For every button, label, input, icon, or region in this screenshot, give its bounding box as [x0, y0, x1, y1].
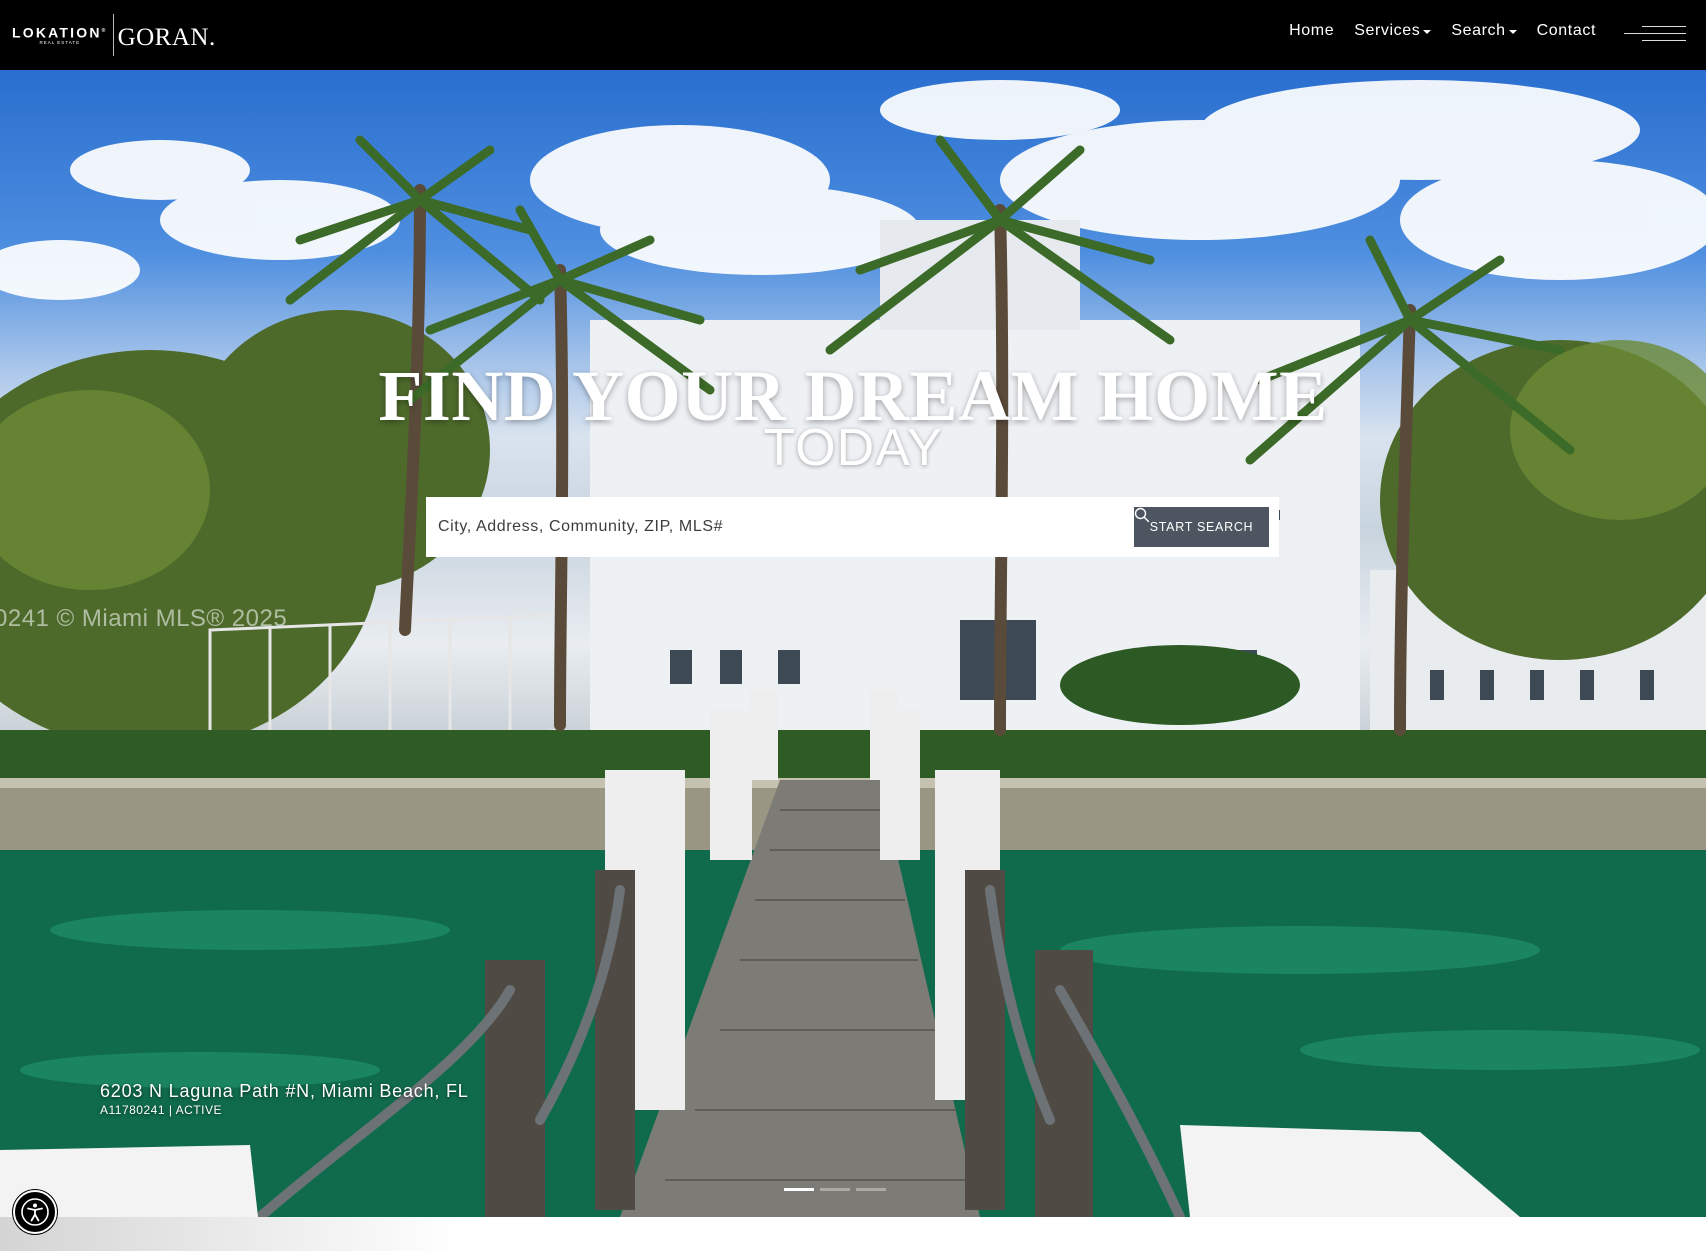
logo-divider	[112, 14, 114, 56]
start-search-label: START SEARCH	[1149, 520, 1254, 534]
start-search-button[interactable]: START SEARCH	[1134, 507, 1269, 547]
slider-dot[interactable]	[784, 1188, 814, 1191]
slider-indicators	[784, 1188, 886, 1191]
featured-listing-caption[interactable]: 6203 N Laguna Path #N, Miami Beach, FL A…	[100, 1080, 469, 1118]
agent-name-logo: GORAN.	[117, 24, 216, 51]
listing-address: 6203 N Laguna Path #N, Miami Beach, FL	[100, 1081, 469, 1101]
hamburger-icon[interactable]	[1624, 24, 1686, 48]
accessibility-button[interactable]	[13, 1190, 57, 1234]
nav-home-link[interactable]: Home	[1289, 22, 1334, 40]
search-icon	[1134, 507, 1150, 523]
mls-watermark: 0241 © Miami MLS® 2025	[0, 605, 288, 632]
hero-subheadline: TODAY	[763, 419, 943, 477]
slider-dot[interactable]	[856, 1188, 886, 1191]
nav-home-label: Home	[1289, 22, 1335, 39]
nav-services-dropdown[interactable]: Services	[1354, 22, 1432, 40]
property-search-form: START SEARCH	[426, 497, 1279, 557]
bottom-shadow	[0, 1217, 460, 1251]
lokation-logo-text: LOKATION	[12, 24, 102, 41]
hero-background-photo	[0, 80, 1706, 1217]
hero-section: 0241 © Miami MLS® 2025 FIND YOUR DREAM H…	[0, 70, 1706, 1217]
nav-services-label: Services	[1354, 22, 1421, 39]
nav-contact-link[interactable]: Contact	[1537, 22, 1596, 40]
lokation-logo: LOKATION® REAL ESTATE	[12, 24, 108, 47]
nav-search-dropdown[interactable]: Search	[1451, 22, 1517, 40]
caret-down-icon	[1423, 29, 1432, 34]
registered-mark: ®	[101, 27, 108, 34]
site-logo[interactable]: LOKATION® REAL ESTATE GORAN.	[12, 12, 216, 58]
top-navigation-bar: LOKATION® REAL ESTATE GORAN. Home Servic…	[0, 0, 1706, 70]
lokation-tagline: REAL ESTATE	[39, 40, 81, 46]
slider-dot[interactable]	[820, 1188, 850, 1191]
caret-down-icon	[1508, 29, 1517, 34]
main-nav: Home Services Search Contact	[1289, 22, 1596, 40]
listing-mls-status: A11780241 | ACTIVE	[100, 1103, 222, 1117]
property-search-input[interactable]	[438, 497, 1118, 557]
nav-search-label: Search	[1451, 22, 1506, 39]
accessibility-icon	[21, 1198, 49, 1226]
nav-contact-label: Contact	[1536, 22, 1596, 39]
